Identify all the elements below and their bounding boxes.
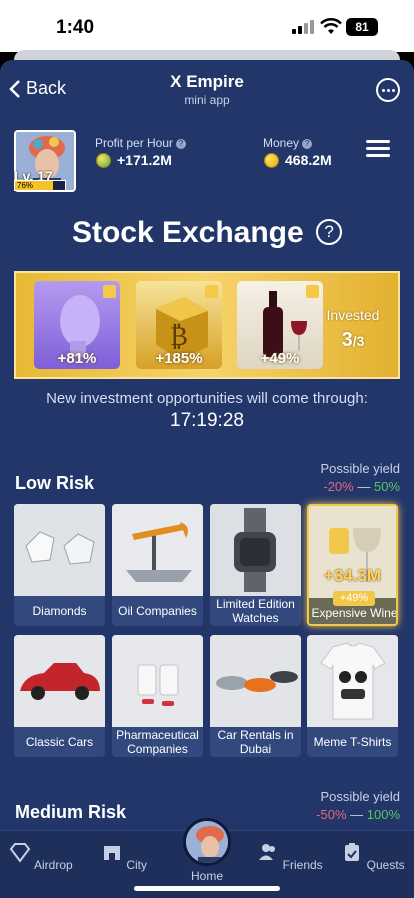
tab-friends[interactable]: Friends — [255, 841, 325, 872]
question-icon[interactable]: ? — [302, 139, 313, 149]
tab-city[interactable]: City — [89, 841, 159, 872]
investment-card-diamonds[interactable]: Diamonds — [14, 504, 105, 626]
investment-profit-value: +34.3M — [323, 566, 382, 585]
opportunity-notice: New investment opportunities will come t… — [46, 390, 368, 407]
status-bar: 1:40 81 — [0, 0, 414, 52]
card-label: Pharmaceutical Companies — [116, 728, 199, 756]
home-avatar-button[interactable] — [183, 818, 231, 866]
header-nav: Back X Empire mini app — [0, 60, 414, 120]
tab-label: Quests — [366, 858, 405, 872]
profit-per-hour-value: +171.2M — [96, 152, 172, 168]
menu-icon[interactable] — [366, 140, 390, 158]
invested-pct: +49% — [260, 350, 300, 367]
countdown-timer: 17:19:28 — [170, 410, 244, 431]
mini-app: Back X Empire mini app Lv. 17 76% Profit… — [0, 60, 414, 898]
thumbs-up-icon — [205, 285, 218, 298]
tab-home[interactable]: Home — [172, 869, 242, 883]
profit-per-hour-label: Profit per Hour? — [95, 136, 187, 150]
profit-value-text: +171.2M — [117, 152, 172, 168]
invested-card-head[interactable]: +81% — [34, 281, 120, 369]
medium-risk-yield-label: Possible yield — [320, 789, 401, 804]
low-risk-yield-label: Possible yield — [320, 461, 401, 476]
classic-car-icon — [14, 635, 105, 727]
card-label: Car Rentals in Dubai — [217, 728, 294, 756]
wifi-icon — [320, 18, 342, 34]
tshirt-icon — [307, 635, 398, 727]
money-label: Money? — [263, 136, 313, 150]
tab-quests[interactable]: Quests — [338, 841, 408, 872]
invested-count-value: 3 — [341, 329, 353, 351]
invested-label: Invested — [326, 307, 380, 323]
invested-panel: +81% ₿ +185% +49% Invested 3/3 — [14, 271, 400, 379]
invested-card-wine[interactable]: +49% — [237, 281, 323, 369]
investment-card-watches[interactable]: Limited Edition Watches — [210, 504, 301, 626]
card-label: Limited Edition Watches — [216, 597, 295, 625]
thumbs-up-icon — [103, 285, 116, 298]
investment-card-wine[interactable]: +34.3M +49% Expensive Wine — [307, 504, 398, 626]
investment-card-classic-cars[interactable]: Classic Cars — [14, 635, 105, 757]
tab-label: City — [126, 858, 147, 872]
investment-card-meme-tshirts[interactable]: Meme T-Shirts — [307, 635, 398, 757]
card-label: Classic Cars — [25, 735, 94, 749]
tab-airdrop[interactable]: Airdrop — [6, 841, 76, 872]
card-label: Diamonds — [32, 604, 87, 618]
level-progress-bar: 76% — [14, 180, 66, 191]
investment-card-pharma[interactable]: Pharmaceutical Companies — [112, 635, 203, 757]
tab-label: Airdrop — [33, 858, 73, 872]
home-indicator — [134, 886, 280, 891]
diamond-icon — [14, 504, 105, 596]
card-label: Expensive Wine — [311, 606, 398, 620]
profit-coin-icon — [96, 152, 111, 168]
diamond-icon — [10, 843, 31, 863]
invested-card-crypto[interactable]: ₿ +185% — [136, 281, 222, 369]
yield-sep: — — [346, 807, 367, 822]
invested-pct: +81% — [57, 350, 97, 367]
money-label-text: Money — [263, 136, 300, 150]
yield-max: 100% — [366, 807, 400, 822]
low-risk-yield-range: -20% — 50% — [323, 479, 400, 494]
yield-min: -20% — [323, 479, 354, 494]
invested-total: /3 — [352, 333, 365, 349]
money-value: 468.2M — [264, 152, 332, 168]
more-options-button[interactable] — [376, 78, 400, 102]
investment-card-oil[interactable]: Oil Companies — [112, 504, 203, 626]
status-time: 1:40 — [56, 17, 95, 38]
battery-indicator: 81 — [346, 18, 378, 36]
yield-min: -50% — [316, 807, 347, 822]
level-progress-text: 76% — [17, 181, 34, 190]
app-subtitle: mini app — [184, 93, 230, 107]
card-label: Meme T-Shirts — [313, 735, 392, 749]
page-title: Stock Exchange ? — [0, 216, 414, 250]
pills-icon — [112, 635, 203, 727]
help-icon[interactable]: ? — [316, 219, 343, 245]
thumbs-up-icon — [306, 285, 319, 298]
yield-sep: — — [353, 479, 374, 494]
page-title-text: Stock Exchange — [71, 216, 304, 249]
medium-risk-title: Medium Risk — [15, 802, 127, 822]
card-label: Oil Companies — [118, 604, 197, 618]
app-title: X Empire — [170, 72, 244, 91]
invested-pct: +185% — [155, 350, 203, 367]
friends-icon — [259, 844, 276, 860]
yield-max: 50% — [373, 479, 400, 494]
medium-risk-yield-range: -50% — 100% — [316, 807, 400, 822]
svg-text:₿: ₿ — [170, 322, 188, 352]
low-risk-title: Low Risk — [15, 473, 95, 493]
tab-label: Home — [190, 869, 223, 883]
invested-count: 3/3 — [318, 329, 388, 352]
clipboard-icon — [345, 843, 360, 861]
store-icon — [103, 846, 120, 860]
profit-label-text: Profit per Hour — [95, 136, 174, 150]
money-value-text: 468.2M — [285, 152, 332, 168]
coin-icon — [264, 152, 279, 168]
tab-label: Friends — [282, 858, 323, 872]
sports-cars-icon — [210, 635, 301, 727]
investment-card-car-rentals[interactable]: Car Rentals in Dubai — [210, 635, 301, 757]
question-icon[interactable]: ? — [176, 139, 187, 149]
cellular-signal-icon — [292, 20, 316, 34]
oil-pump-icon — [112, 504, 203, 596]
watch-icon — [210, 504, 301, 596]
